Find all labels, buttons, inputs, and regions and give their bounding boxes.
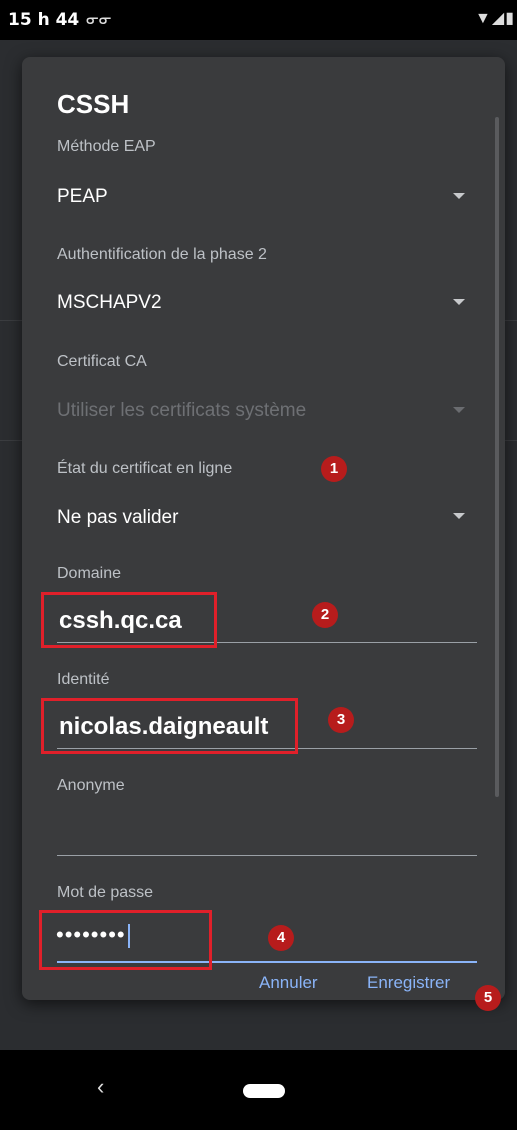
annotation-box-password xyxy=(39,910,212,970)
status-time: 15 h 44 xyxy=(8,10,80,30)
navigation-bar: ‹ xyxy=(0,1050,517,1130)
phase2-label: Authentification de la phase 2 xyxy=(57,246,267,263)
annotation-badge-5: 5 xyxy=(475,985,501,1011)
anonymous-underline xyxy=(57,855,477,856)
annotation-badge-2: 2 xyxy=(312,602,338,628)
anonymous-label: Anonyme xyxy=(57,777,125,794)
annotation-badge-1: 1 xyxy=(321,456,347,482)
online-cert-label: État du certificat en ligne xyxy=(57,460,233,477)
annotation-box-domain xyxy=(41,592,217,648)
back-icon[interactable]: ‹ xyxy=(97,1074,104,1100)
signal-battery-icons: ▼◢▮ xyxy=(475,10,515,27)
chevron-down-icon xyxy=(453,299,465,305)
chevron-down-icon xyxy=(453,193,465,199)
voicemail-icon: ᓂᓂ xyxy=(86,11,112,28)
annotation-box-identity xyxy=(41,698,298,754)
wifi-config-dialog: CSSH Méthode EAP PEAP Authentification d… xyxy=(22,57,505,1000)
online-cert-value: Ne pas valider xyxy=(57,507,179,528)
home-pill-icon[interactable] xyxy=(243,1084,285,1098)
eap-method-label: Méthode EAP xyxy=(57,138,156,155)
ca-cert-value: Utiliser les certificats système xyxy=(57,400,307,421)
ca-cert-label: Certificat CA xyxy=(57,353,147,370)
password-label: Mot de passe xyxy=(57,884,154,901)
identity-label: Identité xyxy=(57,671,110,688)
save-button[interactable]: Enregistrer xyxy=(367,973,450,993)
scrollbar[interactable] xyxy=(495,117,499,797)
phase2-value: MSCHAPV2 xyxy=(57,292,162,313)
dialog-title: CSSH xyxy=(57,89,130,119)
chevron-down-icon xyxy=(453,513,465,519)
status-bar: 15 h 44 ᓂᓂ ▼◢▮ xyxy=(0,0,517,40)
eap-method-value: PEAP xyxy=(57,186,108,207)
chevron-down-icon xyxy=(453,407,465,413)
cancel-button[interactable]: Annuler xyxy=(259,973,318,993)
annotation-badge-4: 4 xyxy=(268,925,294,951)
domain-label: Domaine xyxy=(57,565,122,582)
annotation-badge-3: 3 xyxy=(328,707,354,733)
